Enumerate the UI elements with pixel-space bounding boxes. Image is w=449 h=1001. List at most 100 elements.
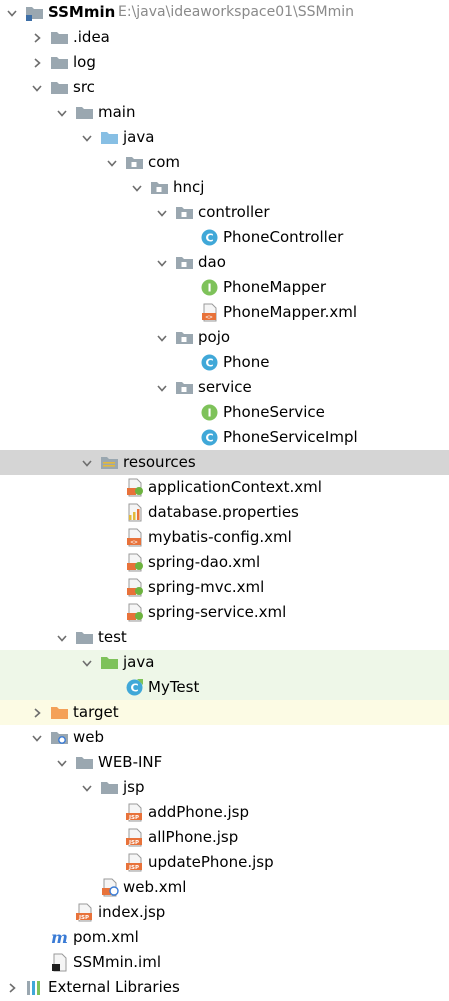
tree-row-index-jsp[interactable]: JSP index.jsp — [0, 900, 449, 925]
iml-file-icon — [50, 953, 69, 972]
tree-row-src[interactable]: src — [0, 75, 449, 100]
svg-text:<>: <> — [205, 314, 213, 321]
folder-icon — [100, 778, 119, 797]
tree-row-target[interactable]: target — [0, 700, 449, 725]
tree-row-web-xml[interactable]: web.xml — [0, 875, 449, 900]
chevron-down-icon[interactable] — [27, 725, 47, 750]
tree-row-external-libraries[interactable]: External Libraries — [0, 975, 449, 1000]
tree-item-label: web.xml — [123, 878, 187, 896]
folder-icon — [50, 78, 69, 97]
test-class-icon: C — [125, 678, 144, 697]
package-icon — [175, 378, 194, 397]
tree-row-database-properties[interactable]: database.properties — [0, 500, 449, 525]
tree-row-test-java[interactable]: java — [0, 650, 449, 675]
tree-row-com[interactable]: com — [0, 150, 449, 175]
tree-row-service[interactable]: service — [0, 375, 449, 400]
svg-text:JSP: JSP — [78, 915, 89, 921]
chevron-down-icon[interactable] — [2, 0, 22, 25]
chevron-down-icon[interactable] — [77, 125, 97, 150]
folder-icon — [50, 53, 69, 72]
tree-row-spring-service[interactable]: spring-service.xml — [0, 600, 449, 625]
chevron-down-icon[interactable] — [77, 775, 97, 800]
tree-item-label: updatePhone.jsp — [148, 853, 274, 871]
folder-icon — [75, 628, 94, 647]
tree-row-log[interactable]: log — [0, 50, 449, 75]
tree-row-ssmmin[interactable]: SSMmin E:\java\ideaworkspace01\SSMmin — [0, 0, 449, 25]
tree-item-label: resources — [123, 453, 196, 471]
chevron-down-icon[interactable] — [152, 325, 172, 350]
tree-row-resources[interactable]: resources — [0, 450, 449, 475]
tree-row-phone[interactable]: C Phone — [0, 350, 449, 375]
tree-row-phoneservice[interactable]: I PhoneService — [0, 400, 449, 425]
chevron-right-icon[interactable] — [27, 50, 47, 75]
package-icon — [150, 178, 169, 197]
tree-row-hncj[interactable]: hncj — [0, 175, 449, 200]
properties-file-icon — [125, 503, 144, 522]
chevron-right-icon[interactable] — [27, 25, 47, 50]
tree-item-label: target — [73, 703, 119, 721]
chevron-right-icon[interactable] — [2, 975, 22, 1000]
package-icon — [175, 328, 194, 347]
tree-row-updatephone[interactable]: JSP updatePhone.jsp — [0, 850, 449, 875]
chevron-down-icon[interactable] — [152, 250, 172, 275]
tree-item-label: service — [198, 378, 252, 396]
tree-row-phonemapper-xml[interactable]: <> PhoneMapper.xml — [0, 300, 449, 325]
chevron-down-icon[interactable] — [52, 625, 72, 650]
resources-folder-icon — [100, 453, 119, 472]
tree-row-spring-dao[interactable]: spring-dao.xml — [0, 550, 449, 575]
chevron-down-icon[interactable] — [52, 100, 72, 125]
tree-row-test[interactable]: test — [0, 625, 449, 650]
tree-row-web-inf[interactable]: WEB-INF — [0, 750, 449, 775]
folder-icon — [75, 103, 94, 122]
chevron-down-icon[interactable] — [77, 650, 97, 675]
tree-row-pom-xml[interactable]: m pom.xml — [0, 925, 449, 950]
tree-row-jsp[interactable]: jsp — [0, 775, 449, 800]
tree-row-allphone[interactable]: JSP allPhone.jsp — [0, 825, 449, 850]
svg-text:JSP: JSP — [128, 840, 139, 846]
tree-row-controller[interactable]: controller — [0, 200, 449, 225]
spring-xml-icon — [125, 603, 144, 622]
tree-row-java[interactable]: java — [0, 125, 449, 150]
tree-row-ssmmin-iml[interactable]: SSMmin.iml — [0, 950, 449, 975]
tree-row-idea[interactable]: .idea — [0, 25, 449, 50]
tree-row-addphone[interactable]: JSP addPhone.jsp — [0, 800, 449, 825]
package-icon — [125, 153, 144, 172]
chevron-right-icon[interactable] — [27, 700, 47, 725]
excluded-folder-icon — [50, 703, 69, 722]
tree-row-phonemapper[interactable]: I PhoneMapper — [0, 275, 449, 300]
tree-item-label: log — [73, 53, 96, 71]
interface-icon: I — [200, 403, 219, 422]
tree-row-applicationcontext[interactable]: applicationContext.xml — [0, 475, 449, 500]
tree-item-label: com — [148, 153, 181, 171]
tree-item-label: SSMmin.iml — [73, 953, 161, 971]
tree-row-mybatis-config[interactable]: <> mybatis-config.xml — [0, 525, 449, 550]
chevron-down-icon[interactable] — [52, 750, 72, 775]
chevron-down-icon[interactable] — [152, 375, 172, 400]
spring-xml-icon — [125, 578, 144, 597]
folder-icon — [75, 753, 94, 772]
tree-item-label: .idea — [73, 28, 110, 46]
chevron-down-icon[interactable] — [27, 75, 47, 100]
tree-row-phonecontroller[interactable]: C PhoneController — [0, 225, 449, 250]
tree-item-label: addPhone.jsp — [148, 803, 249, 821]
chevron-down-icon[interactable] — [77, 450, 97, 475]
jsp-file-icon: JSP — [75, 903, 94, 922]
tree-item-label: dao — [198, 253, 226, 271]
chevron-down-icon[interactable] — [127, 175, 147, 200]
chevron-down-icon[interactable] — [102, 150, 122, 175]
tree-row-web[interactable]: web — [0, 725, 449, 750]
tree-row-phoneserviceimpl[interactable]: C PhoneServiceImpl — [0, 425, 449, 450]
tree-row-spring-mvc[interactable]: spring-mvc.xml — [0, 575, 449, 600]
tree-row-main[interactable]: main — [0, 100, 449, 125]
project-path: E:\java\ideaworkspace01\SSMmin — [118, 4, 355, 20]
svg-text:C: C — [205, 432, 213, 445]
class-icon: C — [200, 353, 219, 372]
tree-item-label: spring-mvc.xml — [148, 578, 265, 596]
tree-row-dao[interactable]: dao — [0, 250, 449, 275]
tree-item-label: pojo — [198, 328, 231, 346]
svg-text:C: C — [205, 232, 213, 245]
tree-row-pojo[interactable]: pojo — [0, 325, 449, 350]
tree-row-mytest[interactable]: C MyTest — [0, 675, 449, 700]
chevron-down-icon[interactable] — [152, 200, 172, 225]
tree-item-label: MyTest — [148, 678, 200, 696]
